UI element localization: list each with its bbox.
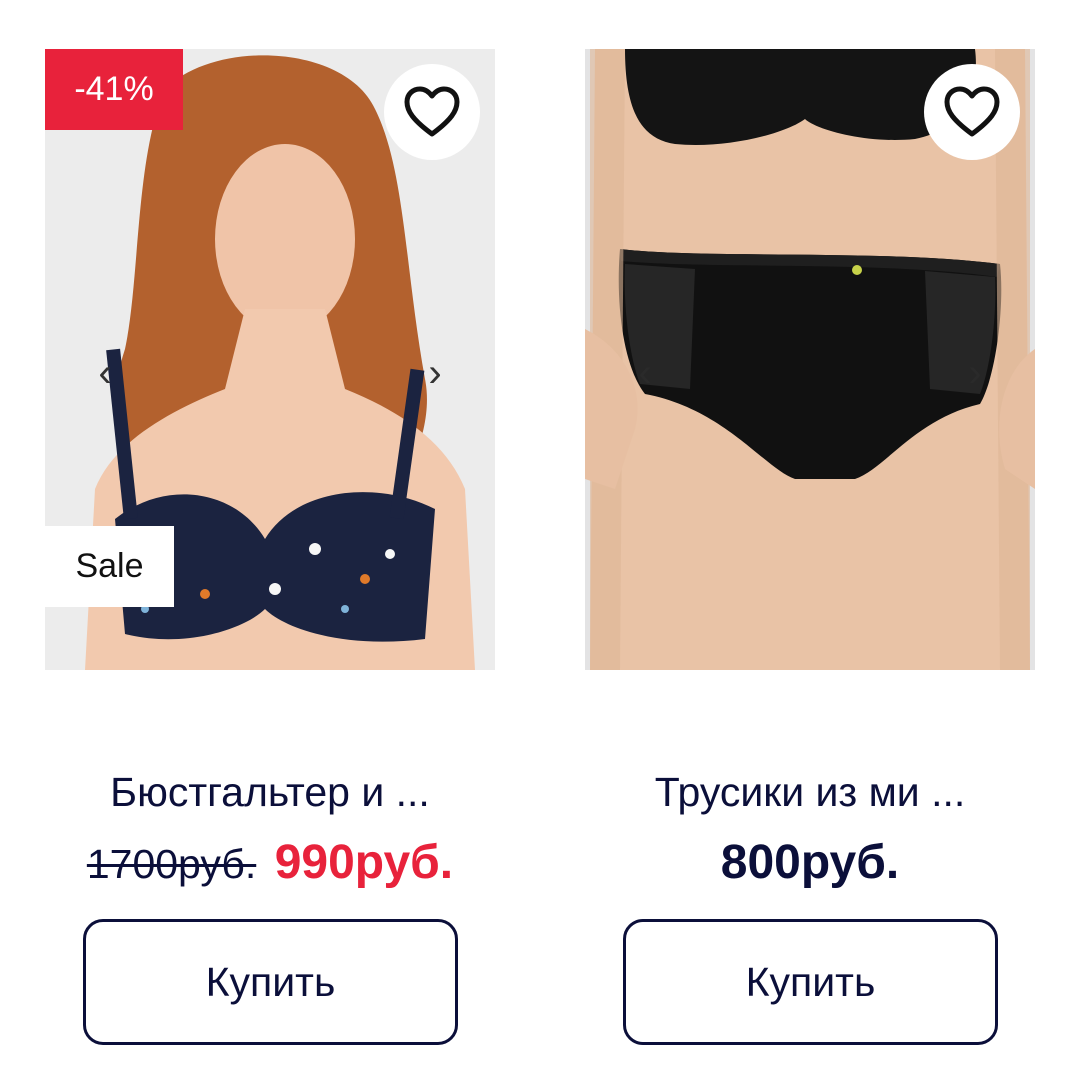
- product-grid: -41% Sale ‹ › Бюстгальтер и ... 1700руб.…: [0, 0, 1080, 1092]
- image-prev-arrow[interactable]: ‹: [90, 349, 120, 397]
- buy-button[interactable]: Купить: [83, 919, 458, 1045]
- heart-outline-icon: [944, 86, 1000, 137]
- price-row: 1700руб. 990руб.: [45, 835, 495, 890]
- image-prev-arrow[interactable]: ‹: [630, 349, 660, 397]
- discount-badge: -41%: [45, 49, 183, 130]
- favorite-button[interactable]: [924, 64, 1020, 160]
- product-image[interactable]: ‹ ›: [585, 49, 1035, 670]
- sale-price: 990руб.: [274, 836, 454, 889]
- product-card: ‹ › Трусики из ми ... 800руб. Купить: [585, 49, 1035, 1049]
- product-image[interactable]: -41% Sale ‹ ›: [45, 49, 495, 670]
- image-next-arrow[interactable]: ›: [420, 349, 450, 397]
- favorite-button[interactable]: [384, 64, 480, 160]
- heart-outline-icon: [404, 86, 460, 137]
- product-card: -41% Sale ‹ › Бюстгальтер и ... 1700руб.…: [45, 49, 495, 1049]
- price-row: 800руб.: [585, 835, 1035, 890]
- buy-button[interactable]: Купить: [623, 919, 998, 1045]
- product-title[interactable]: Трусики из ми ...: [585, 769, 1035, 816]
- sale-badge: Sale: [45, 526, 174, 607]
- image-next-arrow[interactable]: ›: [960, 349, 990, 397]
- price: 800руб.: [720, 836, 900, 889]
- product-title[interactable]: Бюстгальтер и ...: [45, 769, 495, 816]
- old-price: 1700руб.: [86, 841, 257, 887]
